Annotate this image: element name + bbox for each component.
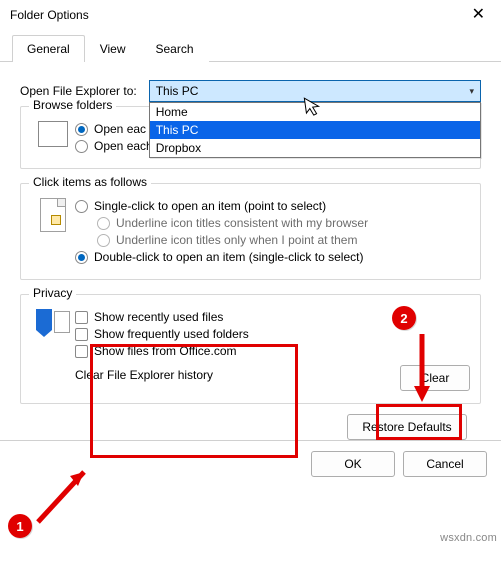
open-to-option-thispc[interactable]: This PC	[150, 121, 480, 139]
radio-own-window[interactable]	[75, 140, 88, 153]
cancel-button[interactable]: Cancel	[403, 451, 487, 477]
tab-search[interactable]: Search	[141, 35, 209, 62]
check-recent-files-label: Show recently used files	[94, 310, 223, 324]
radio-underline-browser-label: Underline icon titles consistent with my…	[116, 216, 368, 230]
radio-same-window[interactable]	[75, 123, 88, 136]
radio-same-window-label: Open eac	[94, 122, 146, 136]
radio-double-click[interactable]	[75, 251, 88, 264]
restore-defaults-button[interactable]: Restore Defaults	[347, 414, 467, 440]
check-office-files[interactable]	[75, 345, 88, 358]
tab-view[interactable]: View	[85, 35, 141, 62]
window-title: Folder Options	[10, 8, 89, 22]
open-to-value: This PC	[156, 84, 199, 98]
check-frequent-folders-label: Show frequently used folders	[94, 327, 249, 341]
clear-history-label: Clear File Explorer history	[75, 368, 400, 382]
check-recent-files[interactable]	[75, 311, 88, 324]
radio-underline-browser	[97, 217, 110, 230]
browse-icon	[31, 119, 75, 147]
check-frequent-folders[interactable]	[75, 328, 88, 341]
privacy-icon	[31, 307, 75, 391]
ok-button[interactable]: OK	[311, 451, 395, 477]
browse-legend: Browse folders	[29, 98, 116, 112]
radio-single-click-label: Single-click to open an item (point to s…	[94, 199, 326, 213]
click-icon	[31, 196, 75, 232]
radio-underline-point	[97, 234, 110, 247]
privacy-legend: Privacy	[29, 286, 76, 300]
radio-double-click-label: Double-click to open an item (single-cli…	[94, 250, 363, 264]
check-office-files-label: Show files from Office.com	[94, 344, 237, 358]
open-to-option-dropbox[interactable]: Dropbox	[150, 139, 480, 157]
tab-general[interactable]: General	[12, 35, 85, 62]
click-legend: Click items as follows	[29, 175, 151, 189]
watermark: wsxdn.com	[440, 532, 497, 544]
open-to-label: Open File Explorer to:	[20, 84, 137, 98]
close-icon[interactable]: ✕	[466, 6, 491, 24]
group-click-items: Click items as follows Single-click to o…	[20, 183, 481, 280]
annotation-badge-1: 1	[8, 514, 32, 538]
clear-button[interactable]: Clear	[400, 365, 470, 391]
chevron-down-icon: ▾	[469, 86, 474, 97]
cursor-icon	[303, 95, 325, 124]
radio-single-click[interactable]	[75, 200, 88, 213]
annotation-badge-2: 2	[392, 306, 416, 330]
radio-underline-point-label: Underline icon titles only when I point …	[116, 233, 357, 247]
tab-bar: General View Search	[0, 34, 501, 62]
